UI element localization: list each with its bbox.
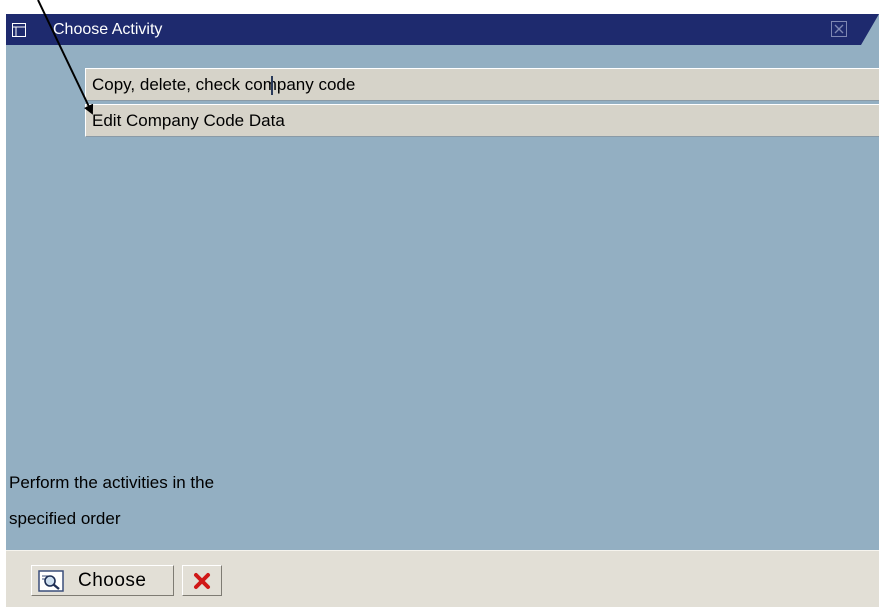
hint-line-1: Perform the activities in the xyxy=(9,473,215,492)
choose-button[interactable]: Choose xyxy=(31,565,174,596)
choose-button-label: Choose xyxy=(78,569,147,591)
window-title: Choose Activity xyxy=(53,21,163,38)
text-cursor xyxy=(271,76,273,95)
cancel-x-icon xyxy=(194,572,210,589)
choose-magnifier-icon xyxy=(38,569,64,592)
dialog-icon xyxy=(12,23,26,37)
close-icon[interactable] xyxy=(831,21,847,37)
activity-item-copy-delete-check[interactable]: Copy, delete, check company code xyxy=(85,68,879,101)
activity-list: Copy, delete, check company code Edit Co… xyxy=(85,68,879,140)
title-bar: Choose Activity xyxy=(6,14,879,45)
dialog-footer: Choose xyxy=(6,550,879,607)
hint-line-2: specified order xyxy=(9,509,121,528)
activity-item-edit-company-code-data[interactable]: Edit Company Code Data xyxy=(85,104,879,137)
cancel-button[interactable] xyxy=(182,565,222,596)
hint-text: Perform the activities in the specified … xyxy=(9,465,214,537)
choose-activity-dialog: Choose Activity Copy, delete, check comp… xyxy=(6,14,879,607)
